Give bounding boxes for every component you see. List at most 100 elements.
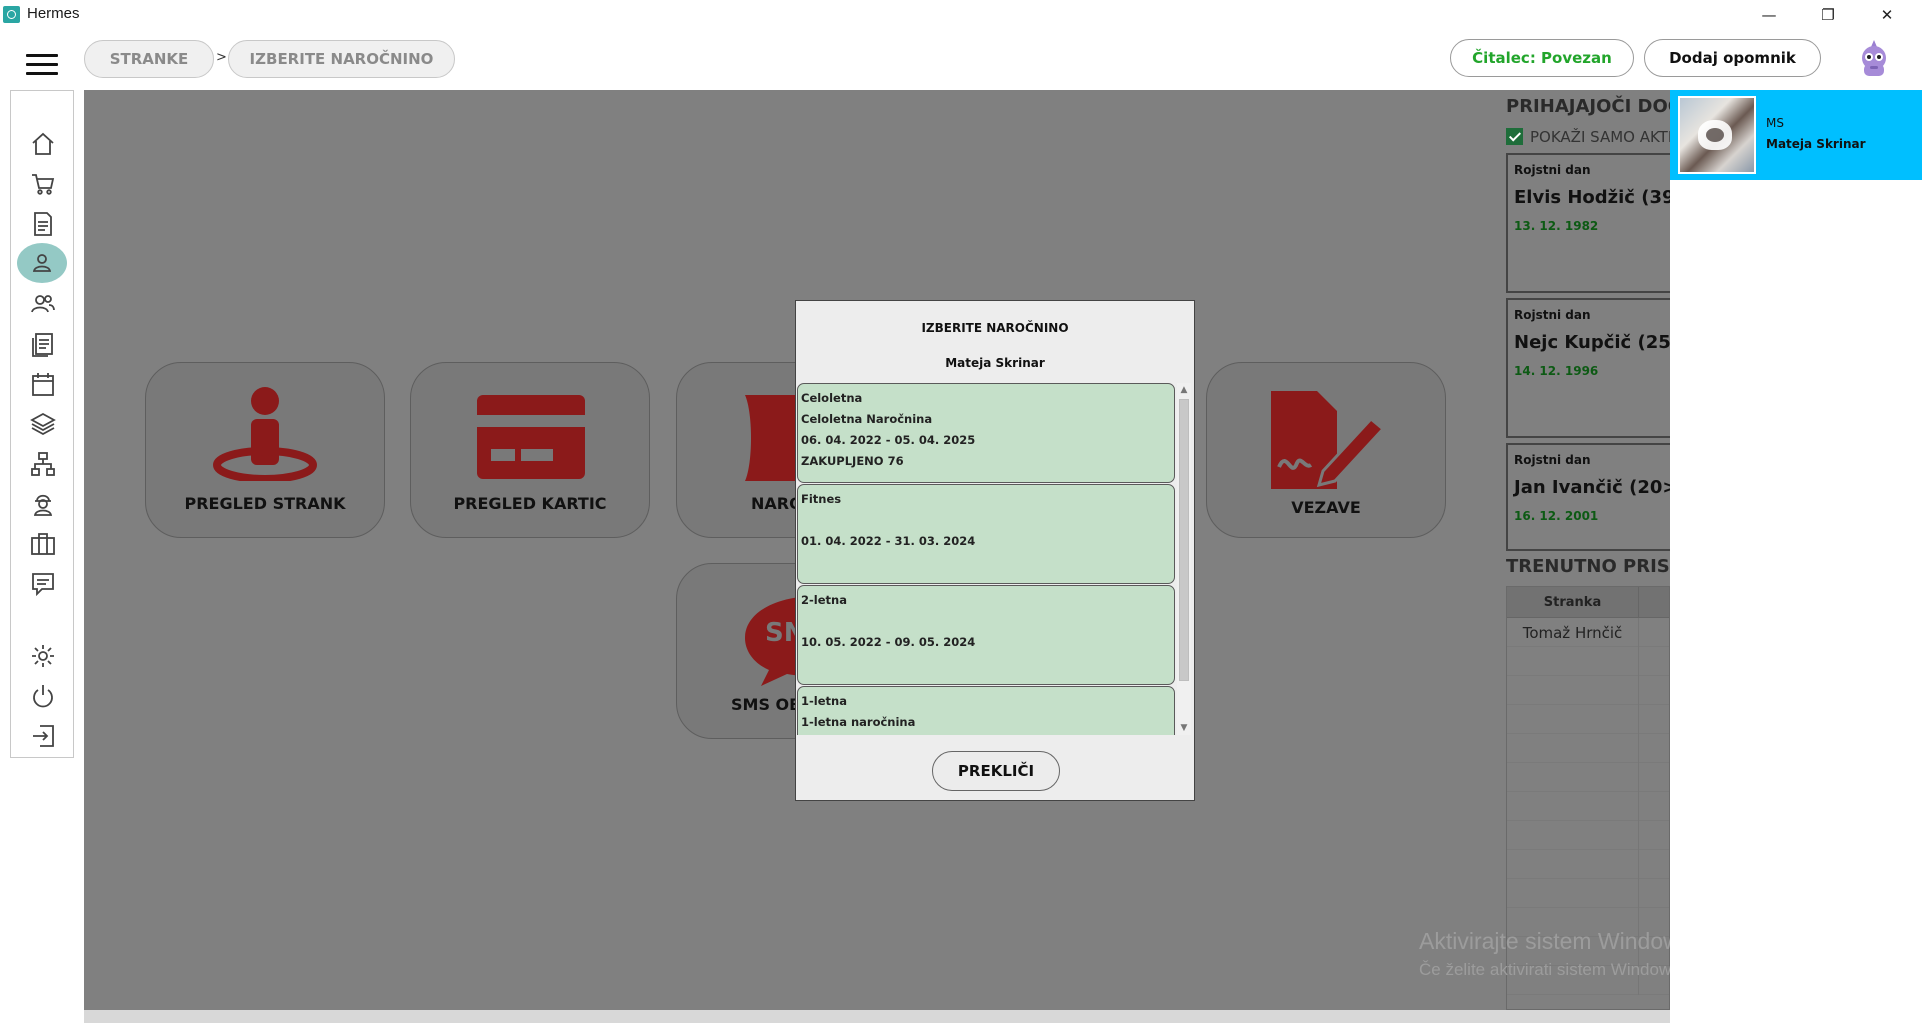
event-date: 14. 12. 1996 [1514,364,1599,378]
event-card[interactable]: Rojstni dan Jan Ivančič (20>21 16. 12. 2… [1506,443,1670,551]
dialog-title: IZBERITE NAROČNINO [921,321,1069,335]
event-date: 13. 12. 1982 [1514,219,1599,233]
subscription-status [801,552,1171,573]
tile-pregled-kartic[interactable]: PREGLED KARTIC [410,362,650,538]
app-logo-icon [3,6,20,23]
person-icon[interactable] [17,243,67,283]
sidebar [10,90,74,758]
subscription-scrollbar[interactable]: ▲ ▼ [1177,383,1191,735]
notification-backdrop [1670,180,1922,1023]
tile-vezave[interactable]: VEZAVE [1206,362,1446,538]
chat-icon[interactable] [26,567,60,601]
subscription-name: Celoletna [801,391,863,405]
event-type: Rojstni dan [1514,453,1591,467]
scroll-up-icon[interactable]: ▲ [1177,383,1191,397]
notification-name: Mateja Skrinar [1766,137,1866,151]
breadcrumb-izberite-narocnino[interactable]: IZBERITE NAROČNINO [228,40,455,78]
customer-photo [1678,96,1756,174]
add-reminder-button[interactable]: Dodaj opomnik [1644,39,1821,77]
people-icon[interactable] [26,287,60,321]
dialog-customer-name: Mateja Skrinar [945,356,1045,370]
card-icon [477,395,585,479]
reader-status-button[interactable]: Čitalec: Povezan [1450,39,1634,77]
breadcrumb-stranke[interactable]: STRANKE [84,40,214,78]
table-row [1507,821,1669,850]
table-row [1507,763,1669,792]
layers-icon[interactable] [26,407,60,441]
worker-icon[interactable] [26,487,60,521]
event-date: 16. 12. 2001 [1514,509,1599,523]
select-subscription-dialog: IZBERITE NAROČNINO Mateja Skrinar Celole… [795,300,1195,801]
notification-initials: MS [1766,116,1784,130]
person-location-icon [213,387,317,481]
activation-watermark-title: Aktivirajte sistem Windows [1419,928,1692,954]
minimize-button[interactable]: — [1740,0,1798,29]
cancel-button[interactable]: PREKLIČI [932,751,1060,791]
table-cell: Tomaž Hrnčič [1507,618,1639,647]
show-active-checkbox[interactable] [1506,128,1523,145]
event-type: Rojstni dan [1514,163,1591,177]
close-window-button[interactable]: ✕ [1858,0,1916,29]
table-row[interactable]: Tomaž Hrnčič [1507,618,1669,647]
subscription-status [801,653,1171,674]
briefcase-icon[interactable] [26,527,60,561]
subscription-name: Fitnes [801,492,842,506]
gear-icon[interactable] [26,639,60,673]
title-bar: Hermes — ❐ ✕ [0,0,1922,29]
table-row [1507,850,1669,879]
subscription-item[interactable]: Celoletna Celoletna Naročnina 06. 04. 20… [797,383,1175,483]
event-card[interactable]: Rojstni dan Elvis Hodžič (39>4 13. 12. 1… [1506,153,1670,293]
subscription-period: 10. 05. 2022 - 09. 05. 2024 [801,635,976,649]
notification-toast[interactable]: MS Mateja Skrinar [1670,90,1922,180]
event-name: Jan Ivančič (20>21 [1514,477,1670,498]
subscription-period [801,733,1171,735]
show-active-label: POKAŽI SAMO AKTIV [1530,128,1683,146]
subscription-status: ZAKUPLJENO 76 [801,454,904,468]
subscription-item[interactable]: 2-letna 10. 05. 2022 - 09. 05. 2024 [797,585,1175,685]
calendar-icon[interactable] [26,367,60,401]
column-header-stranka[interactable]: Stranka [1507,587,1639,618]
subscription-item[interactable]: Fitnes 01. 04. 2022 - 31. 03. 2024 [797,484,1175,584]
subscription-description [801,611,1171,632]
logout-icon[interactable] [26,719,60,753]
tile-label: VEZAVE [1291,498,1361,517]
subscription-description [801,510,1171,531]
menu-icon[interactable] [26,54,58,76]
event-card[interactable]: Rojstni dan Nejc Kupčič (25>2 14. 12. 19… [1506,298,1670,438]
network-icon[interactable] [26,447,60,481]
breadcrumb-separator: > [216,50,227,65]
present-customers-title: TRENUTNO PRISOT [1506,556,1698,577]
event-name: Elvis Hodžič (39>4 [1514,187,1670,208]
subscription-list: Celoletna Celoletna Naročnina 06. 04. 20… [797,383,1191,735]
table-row [1507,734,1669,763]
user-avatar-icon[interactable] [1856,38,1892,78]
tile-pregled-strank[interactable]: PREGLED STRANK [145,362,385,538]
list-icon[interactable] [26,327,60,361]
subscription-name: 1-letna [801,694,847,708]
home-icon[interactable] [26,127,60,161]
table-row [1507,792,1669,821]
bottom-strip [84,1010,1670,1023]
tile-label: PREGLED KARTIC [453,494,607,513]
document-icon[interactable] [26,207,60,241]
scroll-thumb[interactable] [1179,399,1189,681]
tile-label: PREGLED STRANK [184,494,346,513]
cart-icon[interactable] [26,167,60,201]
table-row [1507,879,1669,908]
power-icon[interactable] [26,679,60,713]
subscription-description: Celoletna Naročnina [801,412,933,426]
table-row [1507,705,1669,734]
restore-button[interactable]: ❐ [1799,0,1857,29]
subscription-period: 01. 04. 2022 - 31. 03. 2024 [801,534,976,548]
subscription-period: 06. 04. 2022 - 05. 04. 2025 [801,433,976,447]
column-header-empty [1639,587,1669,618]
table-row [1507,647,1669,676]
scroll-down-icon[interactable]: ▼ [1177,721,1191,735]
event-type: Rojstni dan [1514,308,1591,322]
book-icon [745,395,801,481]
subscription-item[interactable]: 1-letna 1-letna naročnina [797,686,1175,735]
contract-sign-icon [1271,391,1386,489]
event-name: Nejc Kupčič (25>2 [1514,332,1670,353]
subscription-name: 2-letna [801,593,847,607]
window-title: Hermes [27,5,80,22]
